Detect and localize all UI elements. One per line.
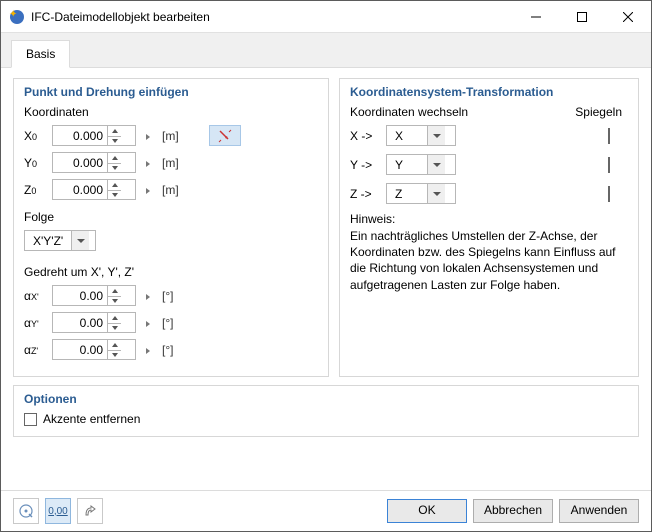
az-row: αZ' [°] [24,339,318,360]
x0-field[interactable] [53,127,107,145]
remove-accents-checkbox[interactable] [24,413,37,426]
window-title: IFC-Dateimodellobjekt bearbeiten [31,10,513,24]
y-transform-row: Y -> Y [350,154,628,175]
y0-step-up[interactable] [108,153,121,163]
z0-side-arrow[interactable] [142,183,154,197]
chevron-down-icon [427,126,445,145]
y0-field[interactable] [53,154,107,172]
titlebar: ✦ IFC-Dateimodellobjekt bearbeiten [1,1,651,32]
footer: 0,00 OK Abbrechen Anwenden [1,491,651,531]
close-button[interactable] [605,1,651,32]
az-step-down[interactable] [108,350,121,360]
z-to-combo[interactable]: Z [386,183,456,204]
x0-side-arrow[interactable] [142,129,154,143]
minimize-button[interactable] [513,1,559,32]
group-title: Punkt und Drehung einfügen [24,85,318,99]
help-button[interactable] [13,498,39,524]
ay-input[interactable] [52,312,136,333]
az-label: αZ' [24,343,46,357]
group-coord-transformation: Koordinatensystem-Transformation Koordin… [339,78,639,377]
x0-step-down[interactable] [108,136,121,146]
ax-input[interactable] [52,285,136,306]
z-transform-row: Z -> Z [350,183,628,204]
ay-step-up[interactable] [108,313,121,323]
z0-unit: [m] [162,183,179,197]
ok-button[interactable]: OK [387,499,467,523]
y-mirror-checkbox[interactable] [608,157,610,173]
x0-label: X0 [24,129,46,143]
x0-unit: [m] [162,129,179,143]
group-options: Optionen Akzente entfernen [13,385,639,437]
coordinates-label: Koordinaten [24,105,318,119]
tab-strip: Basis [1,32,651,68]
z-mirror-checkbox[interactable] [608,186,610,202]
az-step-up[interactable] [108,340,121,350]
ax-unit: [°] [162,289,173,303]
y0-input[interactable] [52,152,136,173]
z0-row: Z0 [m] [24,179,318,200]
ax-side-arrow[interactable] [142,289,154,303]
hint-label: Hinweis: [350,212,628,226]
y0-label: Y0 [24,156,46,170]
ay-row: αY' [°] [24,312,318,333]
script-button[interactable] [77,498,103,524]
ay-unit: [°] [162,316,173,330]
az-side-arrow[interactable] [142,343,154,357]
y0-row: Y0 [m] [24,152,318,173]
chevron-down-icon [427,155,445,174]
mirror-header: Spiegeln [575,105,622,119]
group-insert-point-rotation: Punkt und Drehung einfügen Koordinaten X… [13,78,329,377]
x0-step-up[interactable] [108,126,121,136]
chevron-down-icon [71,231,89,250]
y0-side-arrow[interactable] [142,156,154,170]
group-title: Optionen [24,392,628,406]
sequence-label: Folge [24,210,318,224]
az-input[interactable] [52,339,136,360]
sequence-value: X'Y'Z' [25,232,71,250]
z0-step-down[interactable] [108,190,121,200]
ay-step-down[interactable] [108,323,121,333]
ax-field[interactable] [53,287,107,305]
dialog-window: ✦ IFC-Dateimodellobjekt bearbeiten Basis… [0,0,652,532]
x-from-label: X -> [350,129,378,143]
y-from-label: Y -> [350,158,378,172]
group-title: Koordinatensystem-Transformation [350,85,628,99]
hint-text: Ein nachträgliches Umstellen der Z-Achse… [350,228,628,293]
apply-button[interactable]: Anwenden [559,499,639,523]
remove-accents-label: Akzente entfernen [43,412,140,426]
ax-label: αX' [24,289,46,303]
ay-side-arrow[interactable] [142,316,154,330]
x-mirror-checkbox[interactable] [608,128,610,144]
x-transform-row: X -> X [350,125,628,146]
ay-label: αY' [24,316,46,330]
z0-step-up[interactable] [108,180,121,190]
z0-label: Z0 [24,183,46,197]
rotation-label: Gedreht um X', Y', Z' [24,265,318,279]
y-to-combo[interactable]: Y [386,154,456,175]
ax-step-up[interactable] [108,286,121,296]
y0-step-down[interactable] [108,163,121,173]
ax-row: αX' [°] [24,285,318,306]
x-to-combo[interactable]: X [386,125,456,146]
az-unit: [°] [162,343,173,357]
cancel-button[interactable]: Abbrechen [473,499,553,523]
units-button[interactable]: 0,00 [45,498,71,524]
x0-row: X0 [m] [24,125,318,146]
az-field[interactable] [53,341,107,359]
app-icon: ✦ [9,9,25,25]
swap-header: Koordinaten wechseln [350,105,470,119]
sequence-combo[interactable]: X'Y'Z' [24,230,96,251]
tab-basis[interactable]: Basis [11,40,70,68]
z-from-label: Z -> [350,187,378,201]
x0-input[interactable] [52,125,136,146]
ay-field[interactable] [53,314,107,332]
y0-unit: [m] [162,156,179,170]
pick-point-button[interactable] [209,125,241,146]
ax-step-down[interactable] [108,296,121,306]
z0-input[interactable] [52,179,136,200]
maximize-button[interactable] [559,1,605,32]
z0-field[interactable] [53,181,107,199]
chevron-down-icon [427,184,445,203]
